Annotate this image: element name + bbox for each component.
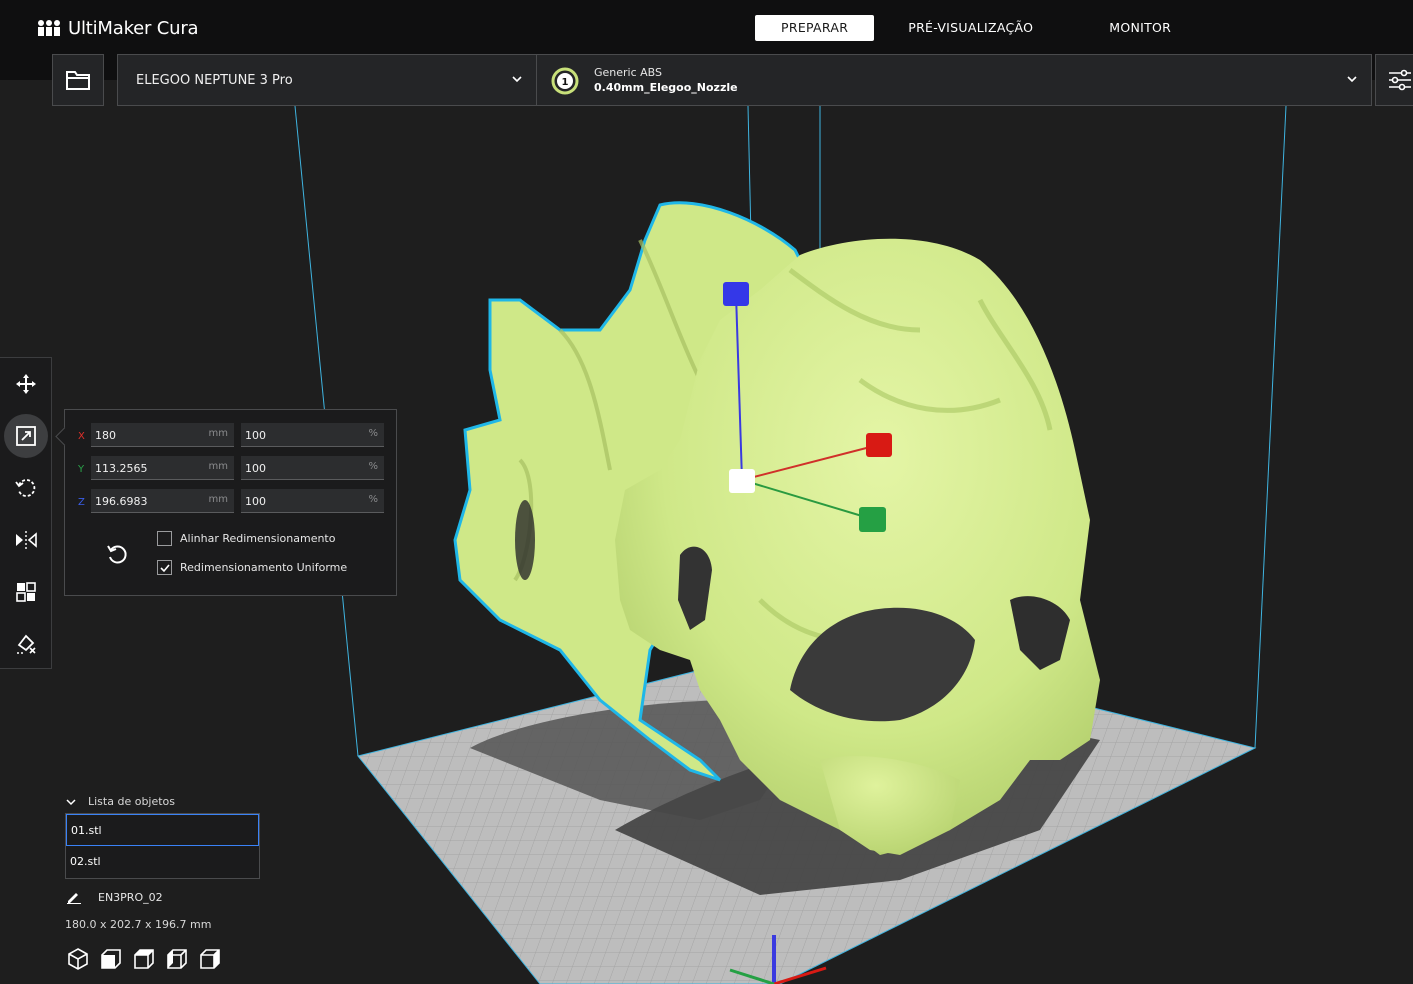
- app-logo: UltiMaker Cura: [36, 16, 199, 40]
- job-name[interactable]: EN3PRO_02: [98, 891, 163, 904]
- chevron-down-icon: [512, 76, 522, 83]
- support-blocker-icon: [17, 634, 36, 654]
- scale-x-mm-input[interactable]: 180 mm: [91, 423, 234, 447]
- scale-y-mm-input[interactable]: 113.2565 mm: [91, 456, 234, 480]
- reset-scale-icon[interactable]: [105, 542, 129, 566]
- printer-selector[interactable]: ELEGOO NEPTUNE 3 Pro: [117, 54, 537, 106]
- object-list-title: Lista de objetos: [88, 795, 176, 808]
- folder-icon: [66, 71, 90, 90]
- mirror-tool-button[interactable]: [4, 518, 48, 562]
- tab-monitor[interactable]: MONITOR: [1083, 15, 1197, 41]
- view-right-icon[interactable]: [198, 947, 222, 971]
- move-icon: [16, 374, 36, 394]
- rotate-tool-button[interactable]: [4, 466, 48, 510]
- per-model-settings-icon: [16, 582, 36, 602]
- object-list: 01.stl 02.stl: [65, 813, 260, 879]
- list-item[interactable]: 02.stl: [66, 846, 259, 878]
- extruder-number: 1: [562, 77, 569, 88]
- extruder-icon: 1: [551, 67, 579, 95]
- gizmo-handle-x: [866, 433, 892, 457]
- view-3d-icon[interactable]: [66, 947, 90, 971]
- rotate-icon: [15, 479, 36, 497]
- scale-panel: X 180 mm 100% Y 113.2565 mm 100% Z 196.698…: [55, 409, 397, 596]
- material-name: Generic ABS: [594, 66, 663, 79]
- tab-preview[interactable]: PRÉ-VISUALIZAÇÃO: [882, 15, 1059, 41]
- scale-icon: [16, 426, 36, 446]
- camera-view-buttons: [66, 947, 222, 971]
- object-list-toggle[interactable]: Lista de objetos: [66, 795, 175, 808]
- check-icon: [159, 563, 170, 572]
- per-model-settings-button[interactable]: [4, 570, 48, 614]
- gizmo-handle-z: [723, 282, 749, 306]
- list-item[interactable]: 01.stl: [66, 814, 259, 846]
- printer-name: ELEGOO NEPTUNE 3 Pro: [136, 72, 293, 88]
- checkbox-unchecked[interactable]: [157, 531, 172, 546]
- scale-z-percent-input[interactable]: 100%: [241, 489, 384, 513]
- mirror-icon: [16, 531, 37, 549]
- checkbox-checked[interactable]: [157, 560, 172, 575]
- nozzle-name: 0.40mm_Elegoo_Nozzle: [594, 81, 738, 94]
- ultimaker-logo-icon: [38, 20, 60, 36]
- view-top-icon[interactable]: [132, 947, 156, 971]
- tab-prepare[interactable]: PREPARAR: [755, 15, 875, 41]
- stage-tabs: PREPARAR PRÉ-VISUALIZAÇÃO MONITOR: [755, 15, 1205, 41]
- scale-z-mm-input[interactable]: 196.6983 mm: [91, 489, 234, 513]
- job-name-row[interactable]: EN3PRO_02: [66, 890, 163, 904]
- chevron-down-icon: [66, 798, 76, 805]
- sliders-icon: [1389, 69, 1411, 91]
- scale-tool-button[interactable]: [4, 414, 48, 458]
- app-name: UltiMaker Cura: [68, 17, 199, 39]
- open-file-button[interactable]: [52, 54, 104, 106]
- print-core-selector[interactable]: 1 Generic ABS 0.40mm_Elegoo_Nozzle: [536, 54, 1372, 106]
- view-left-icon[interactable]: [165, 947, 189, 971]
- snap-scaling-checkbox[interactable]: Alinhar Redimensionamento: [157, 531, 335, 546]
- uniform-scaling-label: Redimensionamento Uniforme: [180, 561, 348, 574]
- print-settings-button[interactable]: [1375, 54, 1413, 106]
- tool-bar: [0, 357, 52, 669]
- scale-x-percent-input[interactable]: 100%: [241, 423, 384, 447]
- chevron-down-icon: [1347, 76, 1357, 83]
- support-blocker-button[interactable]: [4, 622, 48, 666]
- scale-y-percent-input[interactable]: 100%: [241, 456, 384, 480]
- axis-label-y: Y: [78, 464, 85, 475]
- view-front-icon[interactable]: [99, 947, 123, 971]
- gizmo-handle-uniform: [729, 469, 755, 493]
- axis-label-x: X: [78, 431, 85, 442]
- object-dimensions: 180.0 x 202.7 x 196.7 mm: [65, 918, 212, 931]
- pencil-icon: [67, 893, 81, 904]
- uniform-scaling-checkbox[interactable]: Redimensionamento Uniforme: [157, 560, 347, 575]
- gizmo-handle-y: [859, 507, 886, 532]
- axis-label-z: Z: [78, 497, 85, 508]
- move-tool-button[interactable]: [4, 362, 48, 406]
- snap-scaling-label: Alinhar Redimensionamento: [180, 532, 336, 545]
